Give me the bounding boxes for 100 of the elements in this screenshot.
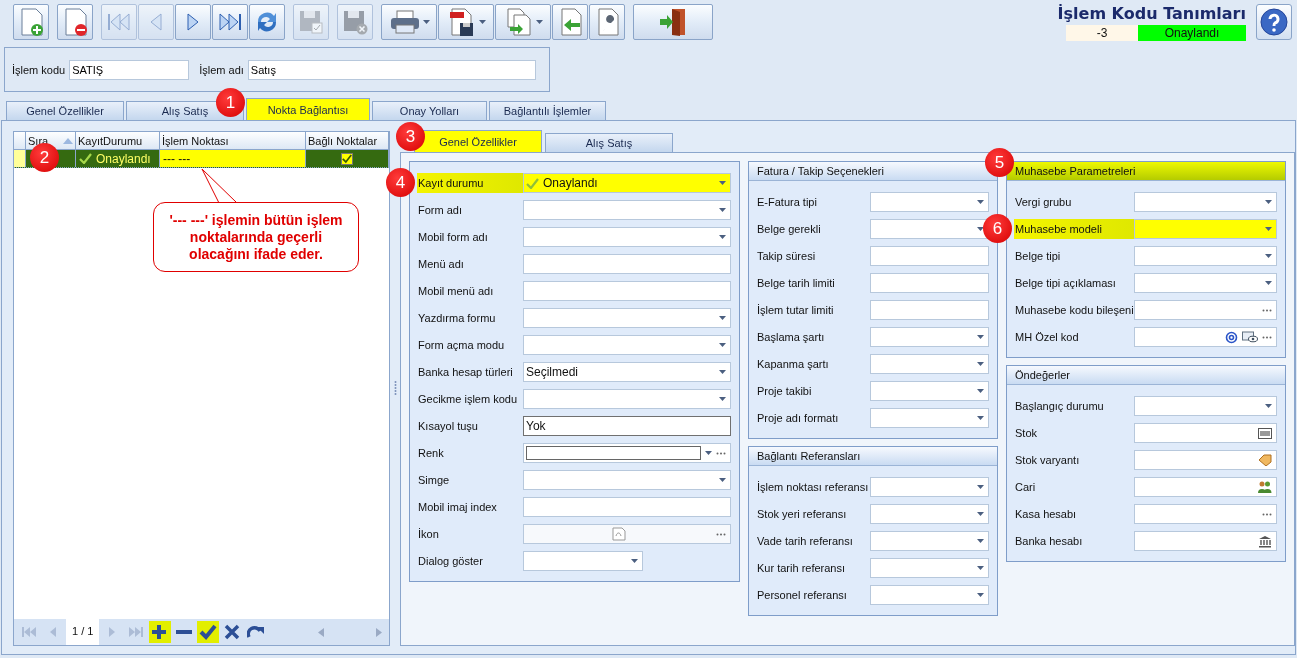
tab[interactable]: Nokta Bağlantısı <box>246 98 370 120</box>
dropdown-arrow-icon[interactable] <box>719 478 726 482</box>
dropdown-arrow-icon[interactable] <box>719 343 726 347</box>
checkbox[interactable] <box>341 152 353 165</box>
dropdown-field[interactable] <box>523 389 731 409</box>
ellipsis-icon[interactable] <box>1262 335 1272 339</box>
dropdown-field[interactable] <box>870 585 989 605</box>
ellipsis-icon[interactable] <box>716 451 726 455</box>
dropdown-arrow-icon[interactable] <box>719 181 726 185</box>
tab[interactable]: Alış Satış <box>545 133 673 152</box>
dropdown-arrow-icon[interactable] <box>977 335 984 339</box>
tab[interactable]: Genel Özellikler <box>6 101 124 120</box>
at-sign-icon[interactable] <box>1225 330 1238 344</box>
input-field[interactable] <box>523 254 731 274</box>
dropdown-field[interactable] <box>523 227 731 247</box>
input-field[interactable]: Satış <box>247 59 536 80</box>
dropdown-field[interactable] <box>1134 246 1277 266</box>
dropdown-field[interactable]: Onaylandı <box>523 173 731 193</box>
input-field[interactable] <box>523 443 731 463</box>
input-field[interactable] <box>1134 477 1277 497</box>
navigator-button[interactable] <box>197 621 220 643</box>
input-field[interactable] <box>870 246 989 266</box>
column-header[interactable]: İşlem Noktası <box>160 132 306 149</box>
dropdown-arrow-icon[interactable] <box>977 512 984 516</box>
input-field[interactable] <box>870 300 989 320</box>
dropdown-arrow-icon[interactable] <box>977 485 984 489</box>
dropdown-arrow-icon[interactable] <box>478 20 486 24</box>
dropdown-arrow-icon[interactable] <box>977 200 984 204</box>
dropdown-arrow-icon[interactable] <box>719 370 726 374</box>
dropdown-field[interactable] <box>1134 273 1277 293</box>
toolbar-button[interactable] <box>438 4 494 40</box>
dropdown-field[interactable] <box>870 327 989 347</box>
dropdown-field[interactable] <box>870 381 989 401</box>
dropdown-arrow-icon[interactable] <box>719 316 726 320</box>
dropdown-arrow-icon[interactable] <box>1265 227 1272 231</box>
input-field[interactable]: Yok <box>523 416 731 436</box>
dropdown-arrow-icon[interactable] <box>977 227 984 231</box>
dropdown-field[interactable] <box>523 470 731 490</box>
dropdown-field[interactable] <box>1134 192 1277 212</box>
toolbar-button[interactable] <box>633 4 713 40</box>
tab[interactable]: Genel Özellikler <box>414 130 542 152</box>
toolbar-button[interactable] <box>249 4 285 40</box>
input-field[interactable] <box>523 524 731 544</box>
toolbar-button[interactable] <box>589 4 625 40</box>
dropdown-arrow-icon[interactable] <box>1265 281 1272 285</box>
people-icon[interactable] <box>1257 481 1272 493</box>
input-field[interactable] <box>870 273 989 293</box>
dropdown-arrow-icon[interactable] <box>977 389 984 393</box>
dropdown-field[interactable]: Seçilmedi <box>523 362 731 382</box>
dropdown-field[interactable] <box>870 192 989 212</box>
bank-icon[interactable] <box>1258 534 1272 548</box>
dropdown-field[interactable] <box>870 408 989 428</box>
dropdown-arrow-icon[interactable] <box>719 397 726 401</box>
card-eye-icon[interactable] <box>1242 331 1258 343</box>
help-button[interactable] <box>1256 4 1292 40</box>
dropdown-arrow-icon[interactable] <box>705 451 712 455</box>
dropdown-arrow-icon[interactable] <box>1265 200 1272 204</box>
dropdown-field[interactable] <box>523 551 643 571</box>
ellipsis-icon[interactable] <box>1262 308 1272 312</box>
column-header[interactable]: KayıtDurumu <box>76 132 160 149</box>
dropdown-field[interactable] <box>870 477 989 497</box>
dropdown-arrow-icon[interactable] <box>977 593 984 597</box>
tab[interactable]: Bağlantılı İşlemler <box>489 101 606 120</box>
dropdown-arrow-icon[interactable] <box>1265 404 1272 408</box>
input-field[interactable] <box>1134 300 1277 320</box>
dropdown-field[interactable] <box>870 354 989 374</box>
dropdown-field[interactable] <box>523 335 731 355</box>
splitter-grip-icon[interactable] <box>393 379 397 396</box>
dropdown-field[interactable] <box>870 504 989 524</box>
dropdown-field[interactable] <box>523 200 731 220</box>
toolbar-button[interactable] <box>381 4 437 40</box>
navigator-button[interactable] <box>149 621 172 643</box>
input-field[interactable] <box>1134 423 1277 443</box>
tab[interactable]: Onay Yolları <box>372 101 487 120</box>
input-field[interactable] <box>523 281 731 301</box>
input-field[interactable] <box>1134 531 1277 551</box>
input-field[interactable] <box>1134 504 1277 524</box>
dropdown-arrow-icon[interactable] <box>422 20 430 24</box>
dropdown-field[interactable] <box>1134 396 1277 416</box>
input-field[interactable] <box>1134 450 1277 470</box>
dropdown-arrow-icon[interactable] <box>977 566 984 570</box>
toolbar-button[interactable] <box>212 4 248 40</box>
dropdown-arrow-icon[interactable] <box>719 235 726 239</box>
dropdown-field[interactable] <box>870 531 989 551</box>
ellipsis-icon[interactable] <box>716 532 726 536</box>
dropdown-arrow-icon[interactable] <box>719 208 726 212</box>
column-header[interactable]: Bağlı Noktalar <box>306 132 389 149</box>
input-field[interactable] <box>523 497 731 517</box>
tag-icon[interactable] <box>1258 454 1272 466</box>
input-field[interactable]: SATIŞ <box>69 59 190 80</box>
dropdown-field[interactable] <box>523 308 731 328</box>
dropdown-arrow-icon[interactable] <box>1265 254 1272 258</box>
dropdown-arrow-icon[interactable] <box>631 559 638 563</box>
dropdown-field[interactable] <box>870 558 989 578</box>
dropdown-field[interactable] <box>870 219 989 239</box>
input-field[interactable] <box>1134 327 1277 347</box>
dropdown-arrow-icon[interactable] <box>977 539 984 543</box>
dropdown-field[interactable] <box>1134 219 1277 239</box>
barcode-icon[interactable] <box>1258 427 1272 439</box>
dropdown-arrow-icon[interactable] <box>977 362 984 366</box>
